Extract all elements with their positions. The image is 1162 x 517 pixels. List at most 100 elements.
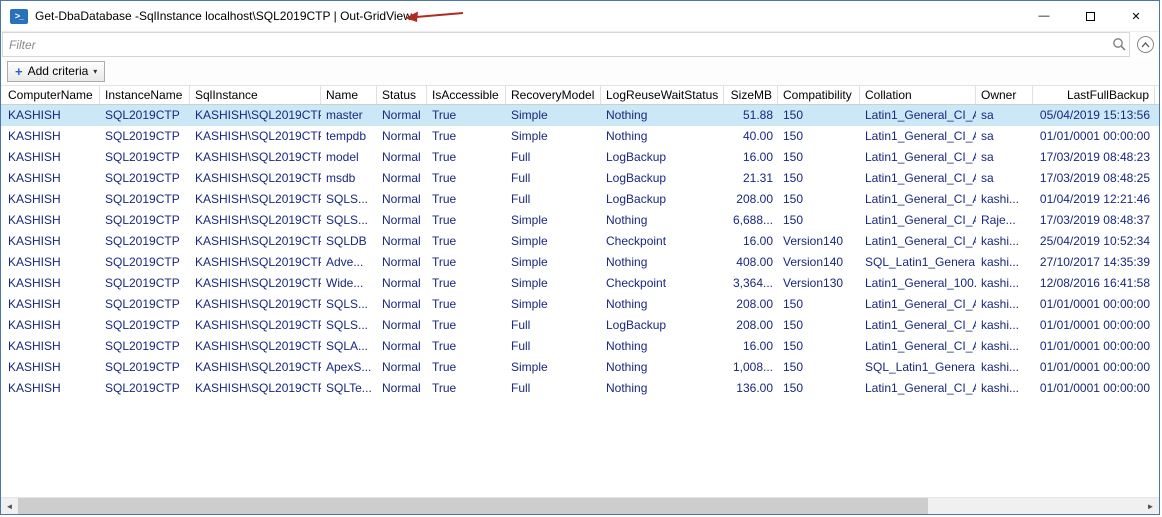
cell-ComputerName: KASHISH	[3, 189, 100, 210]
table-row[interactable]: KASHISHSQL2019CTPKASHISH\SQL2019CTPSQLS.…	[1, 210, 1159, 231]
cell-Compatibility: 150	[778, 336, 860, 357]
cell-Collation: Latin1_General_CI_AS	[860, 168, 976, 189]
cell-IsAccessible: True	[427, 126, 506, 147]
cell-Compatibility: 150	[778, 378, 860, 399]
cell-LastFullBackup: 01/01/0001 00:00:00	[1033, 294, 1155, 315]
cell-LogReuseWaitStatus: Nothing	[601, 336, 724, 357]
cell-RecoveryModel: Simple	[506, 210, 601, 231]
table-row[interactable]: KASHISHSQL2019CTPKASHISH\SQL2019CTPmaste…	[1, 105, 1159, 126]
cell-SqlInstance: KASHISH\SQL2019CTP	[190, 378, 321, 399]
cell-Name: SQLS...	[321, 315, 377, 336]
table-row[interactable]: KASHISHSQL2019CTPKASHISH\SQL2019CTPAdve.…	[1, 252, 1159, 273]
cell-LogReuseWaitStatus: LogBackup	[601, 168, 724, 189]
column-header-ComputerName[interactable]: ComputerName	[3, 86, 100, 104]
cell-SizeMB: 40.00	[724, 126, 778, 147]
cell-SizeMB: 208.00	[724, 189, 778, 210]
cell-SizeMB: 16.00	[724, 336, 778, 357]
cell-Compatibility: Version140	[778, 252, 860, 273]
cell-RecoveryModel: Full	[506, 147, 601, 168]
cell-Name: SQLS...	[321, 189, 377, 210]
cell-Owner: kashi...	[976, 378, 1033, 399]
collapse-criteria-button[interactable]	[1131, 32, 1159, 57]
cell-ComputerName: KASHISH	[3, 231, 100, 252]
cell-LastFullBackup: 17/03/2019 08:48:23	[1033, 147, 1155, 168]
cell-Name: SQLA...	[321, 336, 377, 357]
cell-SqlInstance: KASHISH\SQL2019CTP	[190, 315, 321, 336]
cell-LogReuseWaitStatus: Nothing	[601, 378, 724, 399]
column-header-LastFullBackup[interactable]: LastFullBackup	[1033, 86, 1155, 104]
scroll-right-button[interactable]: ►	[1142, 498, 1159, 514]
cell-ComputerName: KASHISH	[3, 147, 100, 168]
cell-Status: Normal	[377, 168, 427, 189]
column-header-Status[interactable]: Status	[377, 86, 427, 104]
table-row[interactable]: KASHISHSQL2019CTPKASHISH\SQL2019CTPSQLS.…	[1, 189, 1159, 210]
table-row[interactable]: KASHISHSQL2019CTPKASHISH\SQL2019CTPtempd…	[1, 126, 1159, 147]
cell-Compatibility: Version140	[778, 231, 860, 252]
column-header-SqlInstance[interactable]: SqlInstance	[190, 86, 321, 104]
cell-Collation: Latin1_General_CI_AS	[860, 315, 976, 336]
table-row[interactable]: KASHISHSQL2019CTPKASHISH\SQL2019CTPSQLS.…	[1, 294, 1159, 315]
scrollbar-thumb[interactable]	[18, 498, 928, 514]
cell-InstanceName: SQL2019CTP	[100, 252, 190, 273]
maximize-button[interactable]	[1067, 1, 1113, 31]
cell-LogReuseWaitStatus: Nothing	[601, 105, 724, 126]
table-row[interactable]: KASHISHSQL2019CTPKASHISH\SQL2019CTPmsdbN…	[1, 168, 1159, 189]
cell-Collation: Latin1_General_CI_AS	[860, 336, 976, 357]
scroll-left-icon: ◄	[6, 502, 14, 511]
cell-LastFullBackup: 01/01/0001 00:00:00	[1033, 315, 1155, 336]
cell-LogReuseWaitStatus: Nothing	[601, 294, 724, 315]
table-row[interactable]: KASHISHSQL2019CTPKASHISH\SQL2019CTPWide.…	[1, 273, 1159, 294]
column-header-RecoveryModel[interactable]: RecoveryModel	[506, 86, 601, 104]
table-row[interactable]: KASHISHSQL2019CTPKASHISH\SQL2019CTPSQLS.…	[1, 315, 1159, 336]
cell-Compatibility: Version130	[778, 273, 860, 294]
cell-SqlInstance: KASHISH\SQL2019CTP	[190, 210, 321, 231]
cell-LastFullBackup: 01/04/2019 12:21:46	[1033, 189, 1155, 210]
table-row[interactable]: KASHISHSQL2019CTPKASHISH\SQL2019CTPSQLTe…	[1, 378, 1159, 399]
titlebar: >_ Get-DbaDatabase -SqlInstance localhos…	[1, 1, 1159, 31]
cell-IsAccessible: True	[427, 357, 506, 378]
cell-Compatibility: 150	[778, 357, 860, 378]
cell-Compatibility: 150	[778, 168, 860, 189]
column-header-SizeMB[interactable]: SizeMB	[724, 86, 778, 104]
cell-RecoveryModel: Simple	[506, 294, 601, 315]
cell-Status: Normal	[377, 126, 427, 147]
cell-LastFullBackup: 27/10/2017 14:35:39	[1033, 252, 1155, 273]
cell-Collation: Latin1_General_CI_AS	[860, 189, 976, 210]
chevron-down-icon: ▾	[93, 67, 97, 76]
cell-RecoveryModel: Simple	[506, 252, 601, 273]
cell-Name: SQLDB	[321, 231, 377, 252]
table-row[interactable]: KASHISHSQL2019CTPKASHISH\SQL2019CTPSQLDB…	[1, 231, 1159, 252]
column-header-Name[interactable]: Name	[321, 86, 377, 104]
chevron-up-icon	[1137, 36, 1154, 53]
cell-IsAccessible: True	[427, 315, 506, 336]
close-button[interactable]: ✕	[1113, 1, 1159, 31]
column-header-IsAccessible[interactable]: IsAccessible	[427, 86, 506, 104]
cell-SizeMB: 16.00	[724, 147, 778, 168]
scroll-right-icon: ►	[1147, 502, 1155, 511]
cell-Owner: kashi...	[976, 189, 1033, 210]
cell-Owner: kashi...	[976, 273, 1033, 294]
table-row[interactable]: KASHISHSQL2019CTPKASHISH\SQL2019CTPmodel…	[1, 147, 1159, 168]
window-title: Get-DbaDatabase -SqlInstance localhost\S…	[35, 9, 412, 23]
cell-Owner: Raje...	[976, 210, 1033, 231]
table-row[interactable]: KASHISHSQL2019CTPKASHISH\SQL2019CTPSQLA.…	[1, 336, 1159, 357]
cell-ComputerName: KASHISH	[3, 252, 100, 273]
cell-IsAccessible: True	[427, 189, 506, 210]
filter-input[interactable]	[3, 33, 1109, 56]
cell-Name: model	[321, 147, 377, 168]
powershell-icon: >_	[10, 9, 28, 24]
cell-InstanceName: SQL2019CTP	[100, 168, 190, 189]
scroll-left-button[interactable]: ◄	[1, 498, 18, 514]
cell-SizeMB: 6,688...	[724, 210, 778, 231]
column-header-InstanceName[interactable]: InstanceName	[100, 86, 190, 104]
table-row[interactable]: KASHISHSQL2019CTPKASHISH\SQL2019CTPApexS…	[1, 357, 1159, 378]
cell-SqlInstance: KASHISH\SQL2019CTP	[190, 231, 321, 252]
scrollbar-track[interactable]	[18, 498, 1142, 514]
cell-SizeMB: 3,364...	[724, 273, 778, 294]
add-criteria-button[interactable]: + Add criteria ▾	[7, 61, 105, 82]
column-header-Owner[interactable]: Owner	[976, 86, 1033, 104]
minimize-button[interactable]: —	[1021, 1, 1067, 31]
column-header-LogReuseWaitStatus[interactable]: LogReuseWaitStatus	[601, 86, 724, 104]
column-header-Collation[interactable]: Collation	[860, 86, 976, 104]
column-header-Compatibility[interactable]: Compatibility	[778, 86, 860, 104]
